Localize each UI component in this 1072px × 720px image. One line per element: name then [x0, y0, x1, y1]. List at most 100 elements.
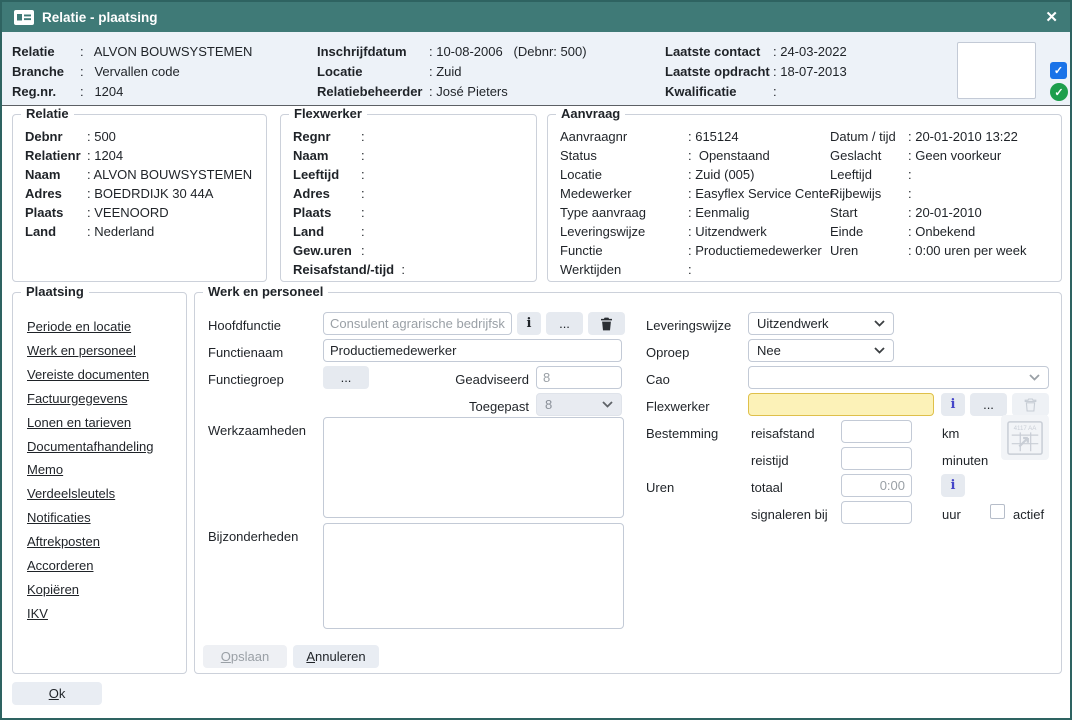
header-row-locatie: Locatie: Zuid [317, 61, 587, 81]
header-row-regnr: Reg.nr.: 1204 [12, 81, 252, 101]
leveringswijze-select[interactable]: Uitzendwerk [748, 312, 894, 335]
aanvraag-type: Type aanvraag: Eenmalig [560, 203, 834, 222]
sidebar-item-documentafhandeling[interactable]: Documentafhandeling [27, 435, 186, 459]
sidebar-item-notificaties[interactable]: Notificaties [27, 506, 186, 530]
bestemming-label: Bestemming [646, 426, 718, 441]
aanvraag-medewerker: Medewerker: Easyflex Service Center [560, 184, 834, 203]
header-col-1: Relatie: ALVON BOUWSYSTEMEN Branche: Ver… [12, 41, 252, 101]
cao-select[interactable] [748, 366, 1049, 389]
flexwerker-gewuren: Gew.uren: [293, 241, 536, 260]
ok-button[interactable]: Ok [12, 682, 102, 705]
aanvraag-aanvraagnr: Aanvraagnr: 615124 [560, 127, 834, 146]
aanvraag-start: Start: 20-01-2010 [830, 203, 1027, 222]
aanvraag-groupbox: Aanvraag Aanvraagnr: 615124 Status: Open… [547, 114, 1062, 282]
aanvraag-einde: Einde: Onbekend [830, 222, 1027, 241]
oproep-select[interactable]: Nee [748, 339, 894, 362]
toegepast-label: Toegepast [435, 399, 529, 414]
trash-icon [600, 317, 613, 331]
relatie-legend: Relatie [21, 106, 74, 121]
aanvraag-datum-tijd: Datum / tijd: 20-01-2010 13:22 [830, 127, 1027, 146]
plaatsing-groupbox: Plaatsing Periode en locatie Werk en per… [12, 292, 187, 674]
sidebar-item-vereiste-documenten[interactable]: Vereiste documenten [27, 363, 186, 387]
flexwerker-browse-button[interactable]: ... [970, 393, 1007, 416]
flexwerker-leeftijd: Leeftijd: [293, 165, 536, 184]
toegepast-select[interactable]: 8 [536, 393, 622, 416]
route-map-icon: 4117 AA [1007, 420, 1043, 456]
sidebar-item-aftrekposten[interactable]: Aftrekposten [27, 530, 186, 554]
annuleren-button[interactable]: Annuleren [293, 645, 379, 668]
signaleren-input[interactable] [841, 501, 912, 524]
checkbox-checked-icon[interactable]: ✓ [1050, 62, 1067, 79]
werkzaamheden-textarea[interactable] [323, 417, 624, 518]
sidebar-item-accorderen[interactable]: Accorderen [27, 554, 186, 578]
flexwerker-info-button[interactable]: i [941, 393, 965, 416]
relatie-relatienr: Relatienr: 1204 [25, 146, 266, 165]
relatie-adres: Adres: BOEDRDIJK 30 44A [25, 184, 266, 203]
header-row-branche: Branche: Vervallen code [12, 61, 252, 81]
route-planner-button[interactable]: 4117 AA [1001, 415, 1049, 460]
reistijd-input[interactable] [841, 447, 912, 470]
hoofdfunctie-info-button[interactable]: i [517, 312, 541, 335]
aanvraag-functie: Functie: Productiemedewerker [560, 241, 834, 260]
chevron-down-icon [874, 320, 885, 327]
ellipsis-icon: ... [983, 397, 994, 412]
actief-checkbox[interactable] [990, 504, 1005, 519]
flexwerker-regnr: Regnr: [293, 127, 536, 146]
km-label: km [942, 426, 959, 441]
totaal-label: totaal [751, 480, 783, 495]
chevron-down-icon [602, 401, 613, 408]
relatie-debnr: Debnr: 500 [25, 127, 266, 146]
opslaan-button[interactable]: Opslaan [203, 645, 287, 668]
functiegroep-label: Functiegroep [208, 372, 284, 387]
totaal-input[interactable] [841, 474, 912, 497]
bijzonderheden-label: Bijzonderheden [208, 529, 298, 544]
relation-header: Relatie: ALVON BOUWSYSTEMEN Branche: Ver… [2, 32, 1070, 106]
header-row-kwalificatie: Kwalificatie: [665, 81, 847, 101]
close-icon[interactable]: ✕ [1045, 10, 1058, 25]
sidebar-item-memo[interactable]: Memo [27, 458, 186, 482]
functiegroep-browse-button[interactable]: ... [323, 366, 369, 389]
hoofdfunctie-input[interactable] [323, 312, 512, 335]
hoofdfunctie-delete-button[interactable] [588, 312, 625, 335]
hoofdfunctie-browse-button[interactable]: ... [546, 312, 583, 335]
info-icon: i [951, 478, 956, 493]
sidebar-item-factuurgegevens[interactable]: Factuurgegevens [27, 387, 186, 411]
header-row-inschrijfdatum: Inschrijfdatum: 10-08-2006 (Debnr: 500) [317, 41, 587, 61]
sidebar-item-kopieren[interactable]: Kopiëren [27, 578, 186, 602]
flexwerker-input[interactable] [748, 393, 934, 416]
functienaam-input[interactable] [323, 339, 622, 362]
hoofdfunctie-label: Hoofdfunctie [208, 318, 281, 333]
plaatsing-legend: Plaatsing [21, 284, 89, 299]
uren-label: Uren [646, 480, 674, 495]
bijzonderheden-textarea[interactable] [323, 523, 624, 629]
flexwerker-land: Land: [293, 222, 536, 241]
header-row-relatie: Relatie: ALVON BOUWSYSTEMEN [12, 41, 252, 61]
green-check-icon[interactable]: ✓ [1050, 83, 1068, 101]
titlebar: Relatie - plaatsing ✕ [2, 2, 1070, 32]
flexwerker-delete-button[interactable] [1012, 393, 1049, 416]
header-row-laatste-contact: Laatste contact: 24-03-2022 [665, 41, 847, 61]
reisafstand-label: reisafstand [751, 426, 815, 441]
minuten-label: minuten [942, 453, 988, 468]
id-card-icon [14, 10, 34, 25]
sidebar-item-ikv[interactable]: IKV [27, 602, 186, 626]
sidebar-item-periode-en-locatie[interactable]: Periode en locatie [27, 315, 186, 339]
aanvraag-werktijden: Werktijden: [560, 260, 834, 279]
reisafstand-input[interactable] [841, 420, 912, 443]
svg-text:4117 AA: 4117 AA [1014, 424, 1038, 431]
photo-placeholder [957, 42, 1036, 99]
aanvraag-uren: Uren: 0:00 uren per week [830, 241, 1027, 260]
plaatsing-nav: Periode en locatie Werk en personeel Ver… [13, 293, 186, 626]
relatie-groupbox: Relatie Debnr: 500 Relatienr: 1204 Naam:… [12, 114, 267, 282]
flexwerker-reisafstand: Reisafstand/-tijd : [293, 260, 536, 279]
chevron-down-icon [1029, 374, 1040, 381]
window-title: Relatie - plaatsing [42, 10, 158, 25]
sidebar-item-lonen-en-tarieven[interactable]: Lonen en tarieven [27, 411, 186, 435]
sidebar-item-werk-en-personeel[interactable]: Werk en personeel [27, 339, 186, 363]
flexwerker-plaats: Plaats: [293, 203, 536, 222]
geadviseerd-input[interactable] [536, 366, 622, 389]
uren-info-button[interactable]: i [941, 474, 965, 497]
sidebar-item-verdeelsleutels[interactable]: Verdeelsleutels [27, 482, 186, 506]
ellipsis-icon: ... [559, 316, 570, 331]
chevron-down-icon [874, 347, 885, 354]
